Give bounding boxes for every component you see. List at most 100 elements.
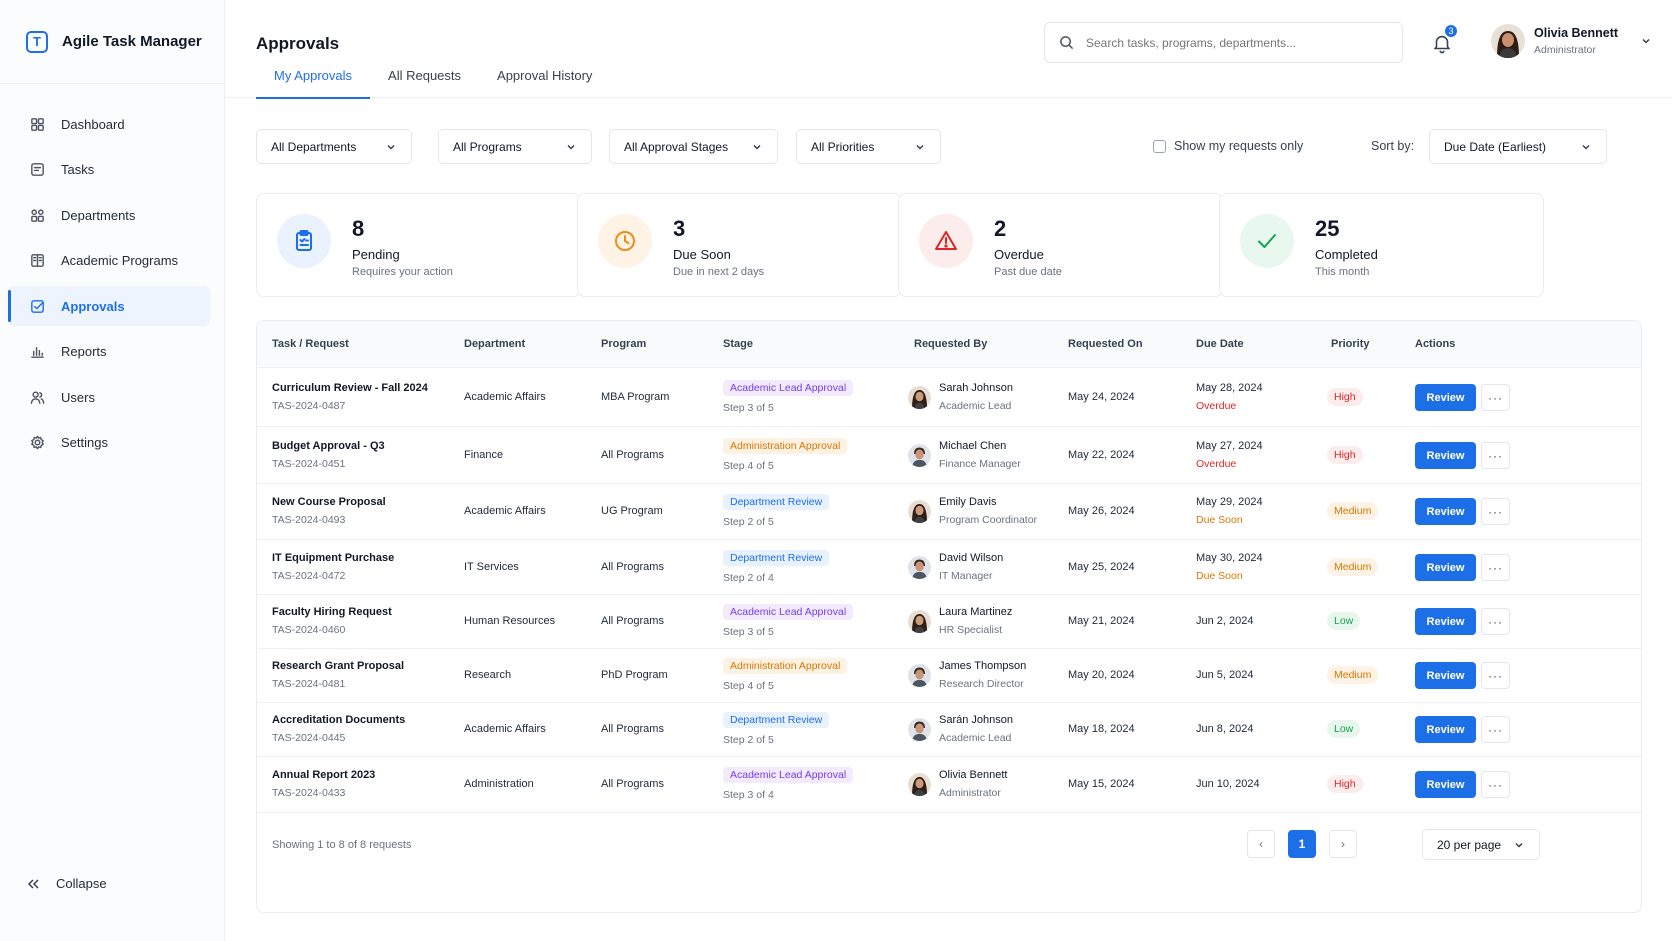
column-header-stage[interactable]: Stage [723,338,753,350]
more-actions-button[interactable]: ··· [1481,442,1510,469]
due-date: Jun 5, 2024 [1196,669,1254,681]
task-cell[interactable]: Faculty Hiring Request TAS-2024-0460 [272,606,392,636]
column-header-requested-on[interactable]: Requested On [1068,338,1143,350]
requested-on-cell: May 24, 2024 [1068,391,1135,403]
more-actions-button[interactable]: ··· [1481,662,1510,689]
task-cell[interactable]: Accreditation Documents TAS-2024-0445 [272,714,405,744]
sort-dropdown[interactable]: Due Date (Earliest) [1429,129,1607,164]
brand[interactable]: T Agile Task Manager [0,0,224,84]
tabs: My Approvals All Requests Approval History [256,62,610,99]
review-button[interactable]: Review [1415,608,1476,635]
tab-all-requests[interactable]: All Requests [370,62,479,98]
task-title[interactable]: IT Equipment Purchase [272,552,394,564]
review-button[interactable]: Review [1415,662,1476,689]
task-id: TAS-2024-0433 [272,787,346,799]
search-box[interactable] [1044,22,1403,63]
more-actions-button[interactable]: ··· [1481,608,1510,635]
column-header-task-request[interactable]: Task / Request [272,338,349,350]
stage-filter-dropdown[interactable]: All Approval Stages [609,129,778,164]
more-actions-button[interactable]: ··· [1481,384,1510,411]
column-header-actions[interactable]: Actions [1415,338,1455,350]
page-1-button[interactable]: 1 [1288,830,1316,858]
prev-page-button[interactable]: ‹ [1247,830,1275,858]
due-date-cell: Jun 2, 2024 [1196,615,1254,627]
review-button[interactable]: Review [1415,442,1476,469]
more-actions-button[interactable]: ··· [1481,554,1510,581]
due-date-cell: May 30, 2024 Due Soon [1196,552,1263,582]
task-title[interactable]: Budget Approval - Q3 [272,440,385,452]
requester-name: Laura Martinez [939,606,1013,618]
double-chevron-left-icon [27,878,39,889]
column-header-program[interactable]: Program [601,338,646,350]
check-icon [1240,214,1294,268]
table-header: Task / Request Department Program Stage Requ… [257,321,1641,368]
department-filter-dropdown[interactable]: All Departments [256,129,412,164]
program-filter-dropdown[interactable]: All Programs [438,129,592,164]
task-cell[interactable]: IT Equipment Purchase TAS-2024-0472 [272,552,394,582]
sidebar-item-approvals[interactable]: Approvals [8,286,210,326]
due-date: May 30, 2024 [1196,552,1263,564]
review-button[interactable]: Review [1415,771,1476,798]
stat-card-due-soon[interactable]: 3 Due Soon Due in next 2 days [577,193,902,297]
requester-info: Emily Davis Program Coordinator [939,496,1037,526]
stat-card-overdue[interactable]: 2 Overdue Past due date [898,193,1223,297]
task-id: TAS-2024-0493 [272,514,346,526]
review-button[interactable]: Review [1415,384,1476,411]
search-input[interactable] [1086,35,1376,50]
more-actions-button[interactable]: ··· [1481,716,1510,743]
stat-subtitle: Requires your action [352,266,453,278]
collapse-button[interactable]: Collapse [26,876,107,891]
sidebar-item-departments[interactable]: Departments [8,195,210,235]
requester-role: Academic Lead [939,400,1012,412]
task-title[interactable]: Faculty Hiring Request [272,606,392,618]
task-cell[interactable]: Research Grant Proposal TAS-2024-0481 [272,660,404,690]
stage-cell: Academic Lead Approval Step 3 of 5 [723,604,854,638]
task-cell[interactable]: New Course Proposal TAS-2024-0493 [272,496,386,526]
stat-card-pending[interactable]: 8 Pending Requires your action [256,193,581,297]
column-header-requested-by[interactable]: Requested By [914,338,987,350]
sidebar-item-users[interactable]: Users [8,377,210,417]
per-page-dropdown[interactable]: 20 per page [1422,829,1540,860]
review-button[interactable]: Review [1415,716,1476,743]
sidebar-item-settings[interactable]: Settings [8,423,210,463]
column-header-department[interactable]: Department [464,338,525,350]
task-title[interactable]: Curriculum Review - Fall 2024 [272,382,428,394]
notifications-button[interactable]: 3 [1431,23,1459,54]
column-header-due-date[interactable]: Due Date [1196,338,1244,350]
tab-approval-history[interactable]: Approval History [479,62,610,98]
collapse-label: Collapse [56,876,107,891]
task-cell[interactable]: Budget Approval - Q3 TAS-2024-0451 [272,440,385,470]
more-actions-button[interactable]: ··· [1481,498,1510,525]
review-button[interactable]: Review [1415,498,1476,525]
dashboard-icon [28,115,46,133]
stat-card-completed[interactable]: 25 Completed This month [1219,193,1544,297]
sidebar-item-dashboard[interactable]: Dashboard [8,104,210,144]
requester-name: Sarán Johnson [939,714,1013,726]
task-cell[interactable]: Curriculum Review - Fall 2024 TAS-2024-04… [272,382,428,412]
priority-badge: Low [1327,720,1361,738]
requested-on-cell: May 15, 2024 [1068,778,1135,790]
task-title[interactable]: Accreditation Documents [272,714,405,726]
task-title[interactable]: New Course Proposal [272,496,386,508]
show-my-requests-checkbox[interactable]: Show my requests only [1153,139,1303,153]
stat-value: 25 [1315,216,1340,241]
sidebar-item-label: Dashboard [61,116,125,132]
stage-cell: Administration Approval Step 4 of 5 [723,658,848,692]
more-actions-button[interactable]: ··· [1481,771,1510,798]
tab-my-approvals[interactable]: My Approvals [256,62,371,99]
column-header-priority[interactable]: Priority [1331,338,1370,350]
review-button[interactable]: Review [1415,554,1476,581]
priority-cell: Low [1327,720,1361,738]
task-title[interactable]: Annual Report 2023 [272,769,375,781]
task-title[interactable]: Research Grant Proposal [272,660,404,672]
sidebar-item-academic-programs[interactable]: Academic Programs [8,241,210,281]
requester-info: Sarah Johnson Academic Lead [939,382,1013,412]
task-cell[interactable]: Annual Report 2023 TAS-2024-0433 [272,769,375,799]
approvals-icon [28,297,46,315]
sidebar-item-reports[interactable]: Reports [8,332,210,372]
next-page-button[interactable]: › [1329,830,1357,858]
priority-filter-dropdown[interactable]: All Priorities [796,129,941,164]
sidebar-item-tasks[interactable]: Tasks [8,150,210,190]
checkbox-box[interactable] [1153,139,1166,153]
user-menu[interactable]: Olivia Bennett Administrator [1491,24,1652,58]
